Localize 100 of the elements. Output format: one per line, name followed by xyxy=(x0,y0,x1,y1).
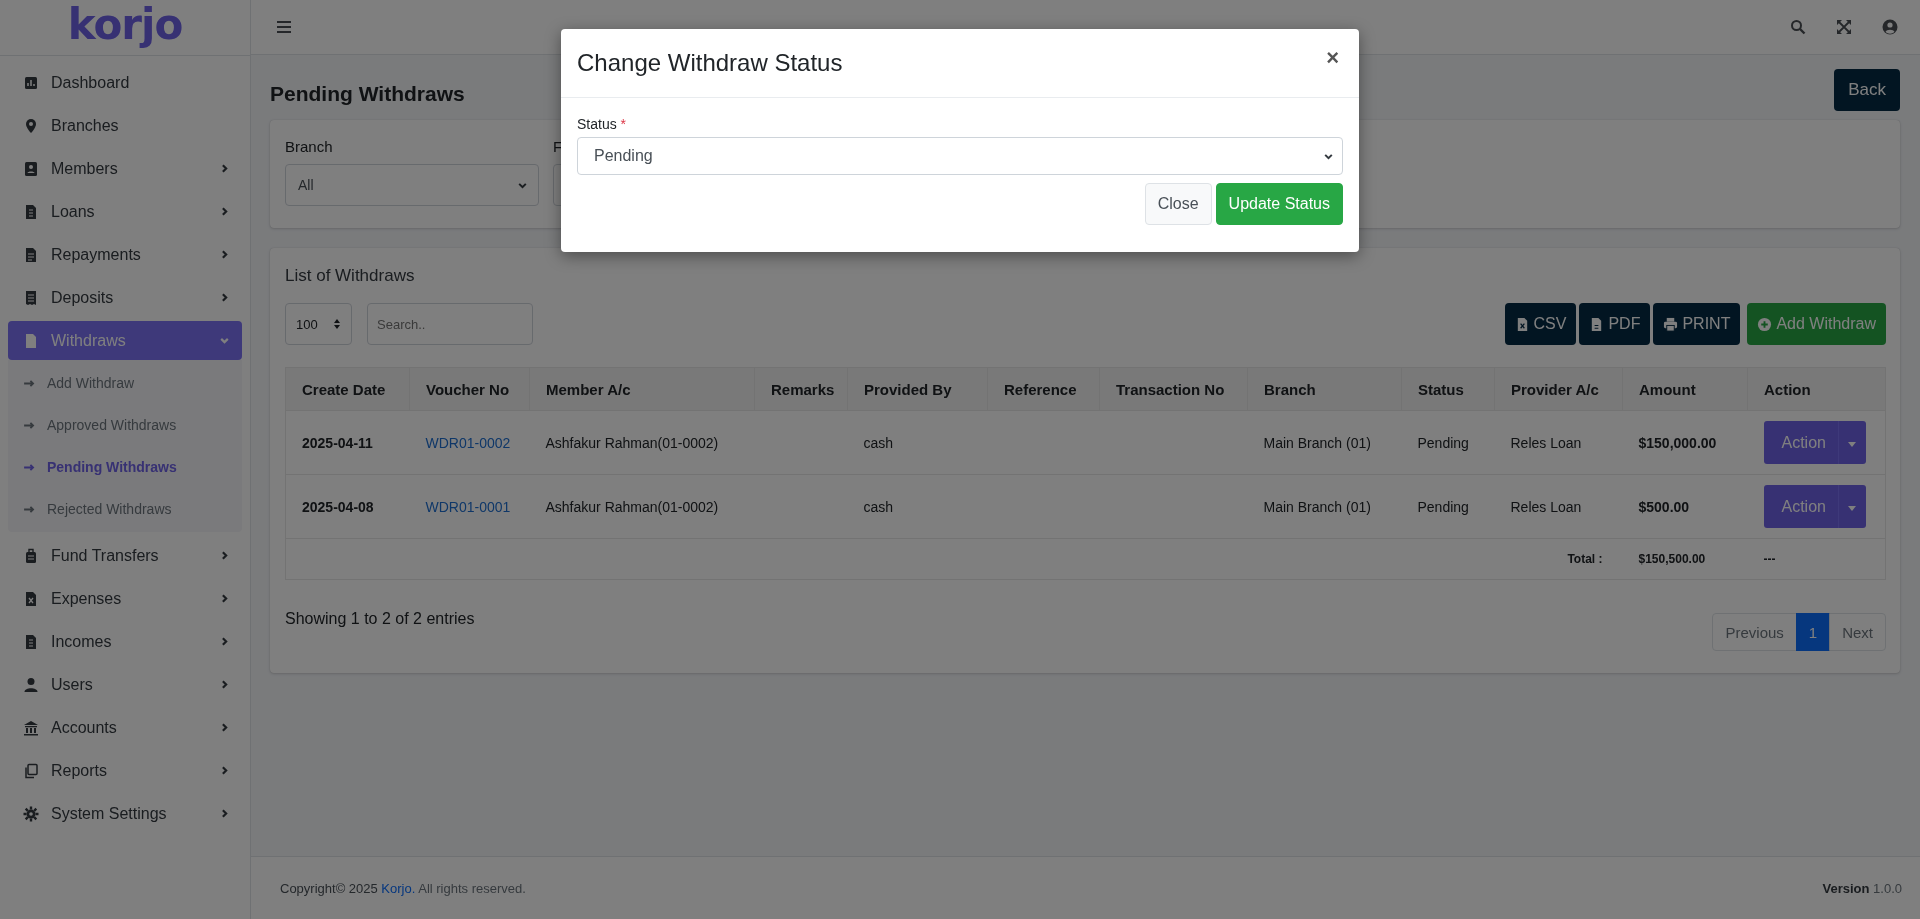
dialog-button[interactable]: Update Status xyxy=(1215,183,1343,225)
total-label: Total : xyxy=(1567,552,1603,566)
document-icon xyxy=(23,590,39,607)
member-cell: Ashfakur Rahman(01-0002) xyxy=(545,498,719,515)
dropdown-toggle[interactable] xyxy=(1837,421,1866,464)
amount-cell: $150,000.00 xyxy=(1638,434,1717,451)
toolbar-button[interactable]: PDF xyxy=(1579,303,1651,345)
toolbar-button[interactable]: PRINT xyxy=(1653,303,1741,345)
sidebar-item[interactable]: Expenses xyxy=(8,579,242,618)
sidebar-item[interactable]: Dashboard xyxy=(8,63,242,102)
page-link[interactable]: Next xyxy=(1829,613,1886,651)
arrow-icon xyxy=(23,462,36,472)
sidebar-item[interactable]: Users xyxy=(8,665,242,704)
korjo-link[interactable]: Korjo. xyxy=(381,880,416,896)
dialog-button[interactable]: Close xyxy=(1144,183,1212,225)
page-title: Pending Withdraws xyxy=(270,81,465,106)
submenu-item[interactable]: Rejected Withdraws xyxy=(8,488,242,530)
column-header: Amount xyxy=(1639,380,1696,398)
printer-icon xyxy=(1663,316,1679,332)
sort-icon xyxy=(333,318,341,330)
column-header: Status xyxy=(1418,380,1464,398)
copyright-text: Copyright© 2025 Korjo. All rights reserved. xyxy=(280,880,526,896)
caret-icon xyxy=(1848,506,1857,511)
logo[interactable]: korjo xyxy=(67,3,183,46)
branch-cell: Main Branch (01) xyxy=(1263,498,1371,515)
dialog-title: Change Withdraw Status xyxy=(577,49,843,77)
filter-label: F xyxy=(553,138,564,155)
date-cell: 2025-04-08 xyxy=(302,498,374,515)
sidebar-item[interactable]: Accounts xyxy=(8,708,242,747)
sidebar-item[interactable]: Loans xyxy=(8,192,242,231)
sidebar-item[interactable]: Reports xyxy=(8,751,242,790)
column-header: Provider A/c xyxy=(1511,380,1599,398)
column-header: Transaction No xyxy=(1116,380,1225,398)
column-header: Remarks xyxy=(771,380,835,398)
column-header: Create Date xyxy=(302,380,386,398)
arrow-icon xyxy=(23,504,36,514)
back-button[interactable]: Back xyxy=(1834,69,1900,111)
action-button[interactable]: Action xyxy=(1763,485,1838,528)
member-cell: Ashfakur Rahman(01-0002) xyxy=(545,434,719,451)
status-select[interactable]: Pending xyxy=(577,137,1343,175)
provided-by-cell: cash xyxy=(863,434,894,451)
sidebar-item[interactable]: Incomes xyxy=(8,622,242,661)
provided-by-cell: cash xyxy=(863,498,894,515)
column-header: Reference xyxy=(1004,380,1077,398)
branch-select[interactable]: All xyxy=(285,164,539,206)
sidebar-item[interactable]: System Settings xyxy=(8,794,242,833)
suitcase-icon xyxy=(23,547,39,564)
plus-circle-icon xyxy=(1757,316,1773,332)
caret-icon xyxy=(1848,442,1857,447)
submenu-item[interactable]: Add Withdraw xyxy=(8,362,242,404)
sidebar-item[interactable]: Deposits xyxy=(8,278,242,317)
column-header: Member A/c xyxy=(546,380,631,398)
field-label: Status xyxy=(577,116,617,132)
amount-cell: $500.00 xyxy=(1638,498,1690,515)
page-size-select[interactable]: 100 xyxy=(285,303,352,345)
date-cell: 2025-04-11 xyxy=(302,434,373,451)
fullscreen-icon[interactable] xyxy=(1836,19,1852,35)
sidebar-item[interactable]: Fund Transfers xyxy=(8,536,242,575)
version-text: Version 1.0.0 xyxy=(1822,880,1902,896)
document-icon xyxy=(23,246,39,263)
toolbar-button[interactable]: CSV xyxy=(1504,303,1577,345)
arrow-icon xyxy=(23,378,36,388)
document-icon xyxy=(23,203,39,220)
receipt-icon xyxy=(23,289,39,306)
gear-icon xyxy=(23,805,39,822)
dropdown-toggle[interactable] xyxy=(1837,485,1866,528)
provider-account-cell: Reles Loan xyxy=(1510,498,1582,515)
menu-icon[interactable] xyxy=(276,19,292,35)
search-field[interactable]: Search.. xyxy=(367,303,533,345)
page-link[interactable]: 1 xyxy=(1795,613,1831,651)
submenu-item[interactable]: Approved Withdraws xyxy=(8,404,242,446)
card-title: List of Withdraws xyxy=(285,266,416,286)
provider-account-cell: Reles Loan xyxy=(1510,434,1582,451)
user-avatar-icon[interactable] xyxy=(1882,19,1898,35)
column-header: Voucher No xyxy=(426,380,510,398)
status-cell: Pending xyxy=(1417,434,1469,451)
column-header: Provided By xyxy=(864,380,952,398)
entries-summary: Showing 1 to 2 of 2 entries xyxy=(285,610,475,628)
submenu-item[interactable]: Pending Withdraws xyxy=(8,446,242,488)
sidebar-item[interactable]: Branches xyxy=(8,106,242,145)
sidebar-item[interactable]: Withdraws xyxy=(8,321,242,360)
voucher-link[interactable]: WDR01-0002 xyxy=(425,434,511,451)
total-action: --- xyxy=(1763,552,1776,566)
chart-icon xyxy=(23,74,39,91)
action-button[interactable]: Action xyxy=(1763,421,1838,464)
sidebar-item[interactable]: Repayments xyxy=(8,235,242,274)
user-icon xyxy=(23,676,39,693)
column-header: Action xyxy=(1764,380,1811,398)
toolbar-button[interactable]: Add Withdraw xyxy=(1747,303,1886,345)
status-cell: Pending xyxy=(1417,498,1469,515)
document-icon xyxy=(23,332,39,349)
close-button[interactable]: × xyxy=(1322,45,1343,71)
sidebar-item[interactable]: Members xyxy=(8,149,242,188)
arrow-icon xyxy=(23,420,36,430)
search-icon[interactable] xyxy=(1790,19,1806,35)
copy-icon xyxy=(23,762,39,779)
voucher-link[interactable]: WDR01-0001 xyxy=(425,498,511,515)
contact-card-icon xyxy=(23,160,39,177)
document-icon xyxy=(23,633,39,650)
bank-icon xyxy=(23,719,39,736)
